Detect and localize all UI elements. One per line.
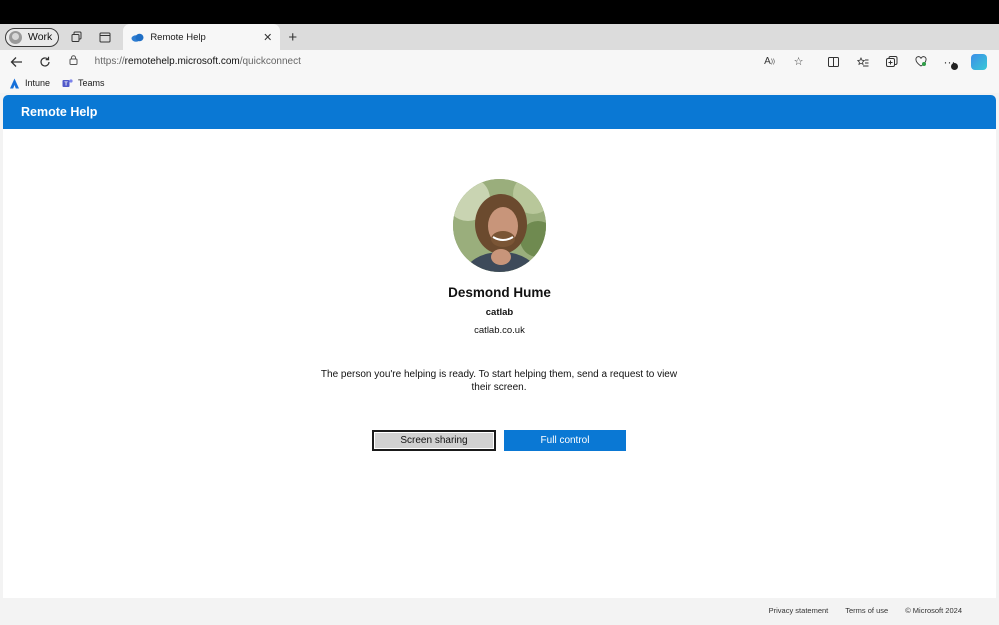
tab-close-icon[interactable]: ✕ [263,31,272,44]
favorite-star-icon[interactable]: ☆ [784,50,813,73]
page-footer: Privacy statement Terms of use © Microso… [3,598,996,622]
screen-top-bar [0,0,999,24]
teams-icon: T [62,78,73,87]
web-page: Remote Help Desmond Hume catlab catlab.c… [3,95,996,622]
url-prefix: https:// [94,56,125,67]
refresh-icon[interactable] [31,50,59,73]
browser-tools: A)) ☆ ··· [755,50,993,73]
address-toolbar: https://remotehelp.microsoft.com/quickco… [0,50,999,73]
favorite-intune[interactable]: Intune [9,78,50,89]
full-control-button[interactable]: Full control [504,430,626,451]
browser-essentials-icon[interactable] [906,50,935,73]
read-aloud-icon[interactable]: A)) [755,50,784,73]
workspaces-icon[interactable] [63,26,91,48]
favorite-label: Teams [78,78,105,88]
favorite-label: Intune [25,78,51,88]
url-host: remotehelp.microsoft.com [124,56,240,67]
collections-icon[interactable] [877,50,906,73]
notification-badge-icon [951,63,958,70]
more-menu-icon[interactable]: ··· [935,50,964,73]
tab-remote-help[interactable]: Remote Help ✕ [123,24,281,50]
user-avatar [453,179,546,272]
user-organization: catlab [485,307,514,318]
app-header: Remote Help [3,95,996,129]
tab-strip: Work Remote Help ✕ + [0,24,999,50]
terms-of-use-link[interactable]: Terms of use [845,606,888,615]
tab-actions-icon[interactable] [91,26,119,48]
copyright-text: © Microsoft 2024 [905,605,962,615]
status-message: The person you're helping is ready. To s… [320,369,678,393]
intune-icon [10,78,19,88]
privacy-statement-link[interactable]: Privacy statement [769,606,829,615]
profile-avatar-icon [9,30,22,44]
profile-label: Work [28,31,53,43]
favorites-list-icon[interactable] [848,50,877,73]
user-name: Desmond Hume [448,285,551,300]
back-arrow-icon[interactable] [3,50,31,73]
url-field[interactable]: https://remotehelp.microsoft.com/quickco… [69,51,755,72]
url-path: /quickconnect [239,56,301,67]
tab-title: Remote Help [150,31,206,43]
user-domain: catlab.co.uk [474,325,525,336]
split-screen-icon[interactable] [819,50,848,73]
new-tab-icon[interactable]: + [288,29,297,46]
profile-button[interactable]: Work [5,27,60,47]
copilot-icon[interactable] [964,50,993,73]
app-title: Remote Help [21,105,98,119]
main-content: Desmond Hume catlab catlab.co.uk The per… [3,129,996,598]
favorites-bar: Intune T Teams [0,73,999,93]
cloud-icon [131,33,144,42]
screen-sharing-button[interactable]: Screen sharing [372,430,496,451]
lock-icon [69,55,87,68]
favorite-teams[interactable]: T Teams [62,78,105,89]
